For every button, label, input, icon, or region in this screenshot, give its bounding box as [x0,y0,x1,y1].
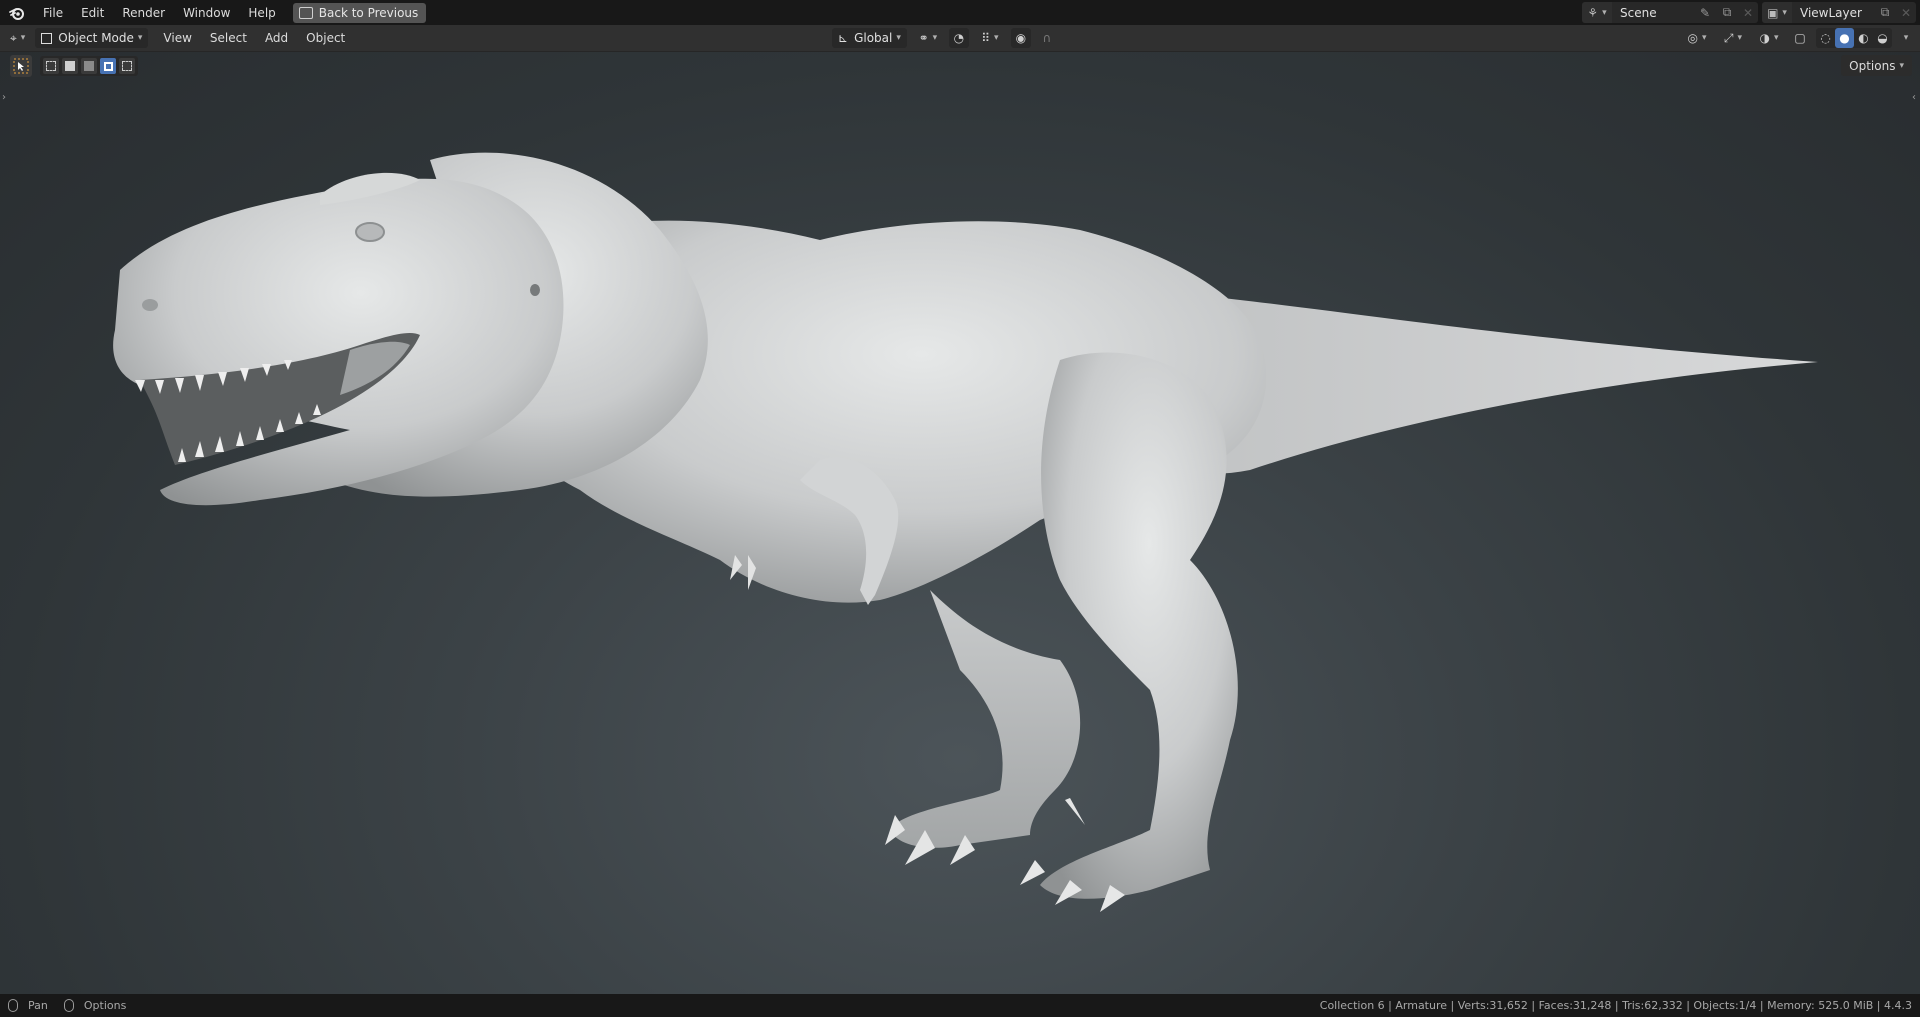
mode-set-icon[interactable] [43,58,59,74]
scene-statistics: Collection 6 | Armature | Verts:31,652 |… [1319,999,1912,1012]
scene-selector[interactable]: ⚘ ▾ Scene ✎ ⧉ ✕ [1582,2,1758,23]
viewport-display-tools: ◎ ▾ ⤢ ▾ ◑ ▾ ▢ ◌ ● ◐ ◒ ▾ [1682,28,1910,48]
blender-logo-icon[interactable] [8,4,26,22]
options-hint: Options [83,999,127,1012]
new-view-layer-icon[interactable]: ⧉ [1874,2,1896,23]
pan-hint: Pan [28,999,48,1012]
pivot-point-icon[interactable]: ⚭ ▾ [913,28,943,48]
head [113,152,708,506]
xray-toggle-icon[interactable]: ▢ [1790,28,1810,48]
editor-type-button[interactable]: ⌖ ▾ [10,28,25,48]
menu-edit[interactable]: Edit [72,3,113,23]
editor-type-icon: ⌖ [10,30,17,45]
proportional-falloff-icon[interactable]: ∩ [1037,28,1057,48]
menu-file[interactable]: File [34,3,72,23]
3d-viewport[interactable]: › ‹ [0,52,1920,994]
options-label: Options [1849,58,1896,73]
menu-add[interactable]: Add [256,31,297,45]
orientation-label: Global [854,31,893,45]
status-bar: Pan Options Collection 6 | Armature | Ve… [0,994,1920,1017]
top-menu-bar: File Edit Render Window Help Back to Pre… [0,0,1920,25]
tool-settings-row [10,54,138,78]
mode-subtract-icon[interactable] [81,58,97,74]
rendered-shading-icon[interactable]: ◒ [1873,28,1892,48]
wireframe-shading-icon[interactable]: ◌ [1816,28,1835,48]
viewport-canvas [113,152,1818,912]
back-screen-icon [298,6,313,19]
menu-view[interactable]: View [154,31,200,45]
right-mouse-icon [63,999,74,1012]
sidebar-expand-arrow-icon[interactable]: ‹ [1912,92,1916,103]
visibility-icon[interactable]: ◎ ▾ [1682,28,1712,48]
material-shading-icon[interactable]: ◐ [1854,28,1873,48]
mode-label: Object Mode [58,31,134,45]
transform-tools: ⊾ Global ▾ ⚭ ▾ ◔ ⠿ ▾ ◉ ∩ [832,28,1057,48]
menu-help[interactable]: Help [239,3,284,23]
chevron-down-icon: ▾ [1899,60,1904,71]
options-dropdown[interactable]: Options ▾ [1841,55,1912,76]
status-hints: Pan Options [0,999,126,1012]
shading-mode-group: ◌ ● ◐ ◒ [1816,28,1892,48]
selection-mode-group [40,56,138,76]
mode-intersect-icon[interactable] [119,58,135,74]
back-to-previous-label: Back to Previous [318,5,419,20]
menu-render[interactable]: Render [113,3,174,23]
object-mode-icon [41,32,53,44]
transform-orientation-dropdown[interactable]: ⊾ Global ▾ [832,28,907,48]
new-scene-icon[interactable]: ⧉ [1716,2,1738,23]
mode-extend-icon[interactable] [62,58,78,74]
delete-scene-icon[interactable]: ✕ [1738,6,1758,20]
menu-window[interactable]: Window [174,3,239,23]
solid-shading-icon[interactable]: ● [1835,28,1854,48]
chevron-down-icon: ▾ [137,33,143,43]
view-layer-selector[interactable]: ▣ ▾ ViewLayer ⧉ ✕ [1762,2,1916,23]
menu-object[interactable]: Object [297,31,354,45]
snap-toggle-icon[interactable]: ◔ [948,28,969,48]
back-to-previous-button[interactable]: Back to Previous [292,2,427,23]
near-leg [1020,352,1238,912]
scene-type-icon[interactable]: ⚘ ▾ [1582,2,1612,23]
select-box-tool-icon[interactable] [10,55,32,77]
middle-mouse-icon [8,999,18,1012]
pin-icon[interactable]: ✎ [1694,2,1716,23]
menu-select[interactable]: Select [201,31,256,45]
snap-target-icon[interactable]: ⠿ ▾ [975,28,1005,48]
orientation-icon: ⊾ [838,31,849,45]
mode-dropdown[interactable]: Object Mode ▾ [35,28,149,48]
viewport-header: ⌖ ▾ Object Mode ▾ View Select Add Object … [0,25,1920,52]
delete-view-layer-icon[interactable]: ✕ [1896,6,1916,20]
scene-name-field[interactable]: Scene [1612,6,1694,20]
view-layer-name-field[interactable]: ViewLayer [1792,6,1874,20]
toolbar-expand-arrow-icon[interactable]: › [2,92,6,103]
mode-invert-icon[interactable] [100,58,116,74]
far-leg [885,590,1085,865]
scene-controls: ⚘ ▾ Scene ✎ ⧉ ✕ ▣ ▾ ViewLayer ⧉ ✕ [1582,2,1916,23]
gizmo-icon[interactable]: ⤢ ▾ [1718,28,1748,48]
proportional-edit-icon[interactable]: ◉ [1010,28,1031,48]
shading-options-chevron-icon[interactable]: ▾ [1898,28,1910,48]
view-layer-type-icon[interactable]: ▣ ▾ [1762,2,1792,23]
overlays-icon[interactable]: ◑ ▾ [1754,28,1784,48]
